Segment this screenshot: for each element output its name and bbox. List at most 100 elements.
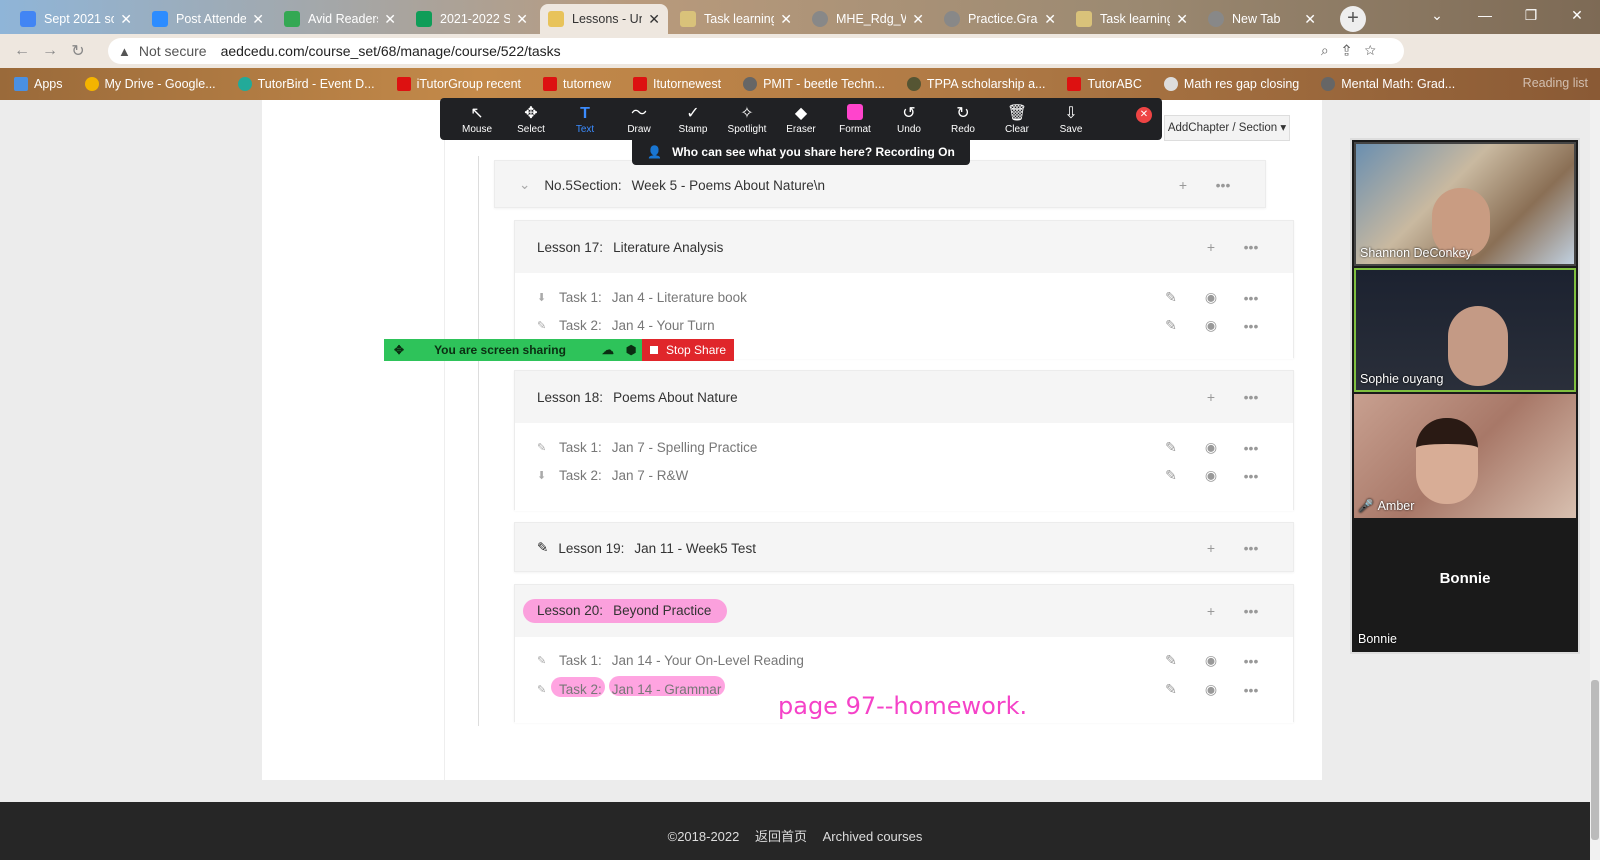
edit-icon[interactable]: ✎ <box>1151 467 1191 484</box>
url-bar[interactable]: ▲ Not secure aedcedu.com/course_set/68/m… <box>108 38 1404 64</box>
drag-handle-icon[interactable]: ✥ <box>394 343 404 357</box>
screen-sharing-bar[interactable]: ✥ You are screen sharing ☁ ⬢ <box>384 339 642 361</box>
bookmark[interactable]: Mental Math: Grad... <box>1321 77 1455 91</box>
more-icon[interactable]: ••• <box>1203 177 1243 193</box>
eye-icon[interactable]: ◉ <box>1191 289 1231 306</box>
close-icon[interactable]: ✕ <box>384 11 396 28</box>
browser-tab-active[interactable]: Lessons - Ur ✕ <box>540 4 668 34</box>
video-tile[interactable]: 🎤 Amber <box>1354 394 1576 518</box>
spotlight-tool[interactable]: ✧ Spotlight <box>720 104 774 135</box>
browser-tab[interactable]: Post Attende ✕ <box>144 4 272 34</box>
close-icon[interactable]: ✕ <box>252 11 264 28</box>
stamp-tool[interactable]: ✓ Stamp <box>666 104 720 135</box>
browser-tab[interactable]: New Tab ✕ <box>1200 4 1324 34</box>
browser-tab[interactable]: Practice.Gran ✕ <box>936 4 1064 34</box>
more-icon[interactable]: ••• <box>1231 603 1271 619</box>
edit-icon[interactable]: ✎ <box>1151 681 1191 698</box>
video-tile-active-speaker[interactable]: Sophie ouyang <box>1354 268 1576 392</box>
text-tool[interactable]: T Text <box>558 104 612 135</box>
eye-icon[interactable]: ◉ <box>1191 317 1231 334</box>
add-chapter-dropdown[interactable]: AddChapter / Section ▾ <box>1164 115 1290 141</box>
bookmark[interactable]: tutornew <box>543 77 611 91</box>
eye-icon[interactable]: ◉ <box>1191 652 1231 669</box>
save-tool[interactable]: ⇩ Save <box>1044 104 1098 135</box>
clear-tool[interactable]: 🗑 Clear <box>990 104 1044 135</box>
video-tile[interactable]: Shannon DeConkey <box>1354 142 1576 266</box>
reading-list[interactable]: Reading list <box>1523 76 1588 90</box>
eye-icon[interactable]: ◉ <box>1191 681 1231 698</box>
more-icon[interactable]: ••• <box>1231 290 1271 306</box>
minimize-icon[interactable]: — <box>1462 0 1508 34</box>
tab-search-icon[interactable]: ⌄ <box>1414 0 1460 34</box>
bookmark[interactable]: TPPA scholarship a... <box>906 77 1045 91</box>
home-link[interactable]: 返回首页 <box>755 829 807 844</box>
new-tab-button[interactable]: + <box>1340 6 1366 32</box>
bookmark[interactable]: TutorABC <box>1067 77 1142 91</box>
add-icon[interactable]: + <box>1191 389 1231 405</box>
draw-tool[interactable]: 〜 Draw <box>612 104 666 135</box>
more-icon[interactable]: ••• <box>1231 318 1271 334</box>
reload-icon[interactable]: ↻ <box>64 41 92 61</box>
video-tile[interactable]: Bonnie Bonnie <box>1354 520 1576 650</box>
warning-icon[interactable]: ▲ <box>118 44 131 59</box>
browser-tab[interactable]: Sept 2021 sc ✕ <box>12 4 140 34</box>
select-tool[interactable]: ✥ Select <box>504 104 558 135</box>
bookmark[interactable]: PMIT - beetle Techn... <box>743 77 885 91</box>
bookmark-apps[interactable]: Apps <box>14 77 63 91</box>
bookmark[interactable]: Math res gap closing <box>1163 77 1299 91</box>
close-toolbar-icon[interactable]: ✕ <box>1136 107 1152 123</box>
browser-tab[interactable]: Avid Readers ✕ <box>276 4 404 34</box>
stop-share-button[interactable]: Stop Share <box>642 339 734 361</box>
back-icon[interactable]: ← <box>8 42 36 60</box>
more-icon[interactable]: ••• <box>1231 682 1271 698</box>
chevron-down-icon[interactable]: ⌄ <box>519 177 530 193</box>
scrollbar-thumb[interactable] <box>1591 680 1599 840</box>
edit-icon[interactable]: ✎ <box>1151 317 1191 334</box>
add-icon[interactable]: + <box>1163 177 1203 193</box>
archived-courses-link[interactable]: Archived courses <box>823 829 923 844</box>
close-window-icon[interactable]: ✕ <box>1554 0 1600 34</box>
close-icon[interactable]: ✕ <box>1176 11 1188 28</box>
browser-tab[interactable]: Task learning ✕ <box>672 4 800 34</box>
who-can-see-banner[interactable]: 👤 Who can see what you share here? Record… <box>632 139 970 165</box>
url-actions[interactable]: ⌕⇪☆ <box>1321 42 1390 59</box>
restore-icon[interactable]: ❐ <box>1508 0 1554 34</box>
format-tool[interactable]: Format <box>828 103 882 135</box>
mouse-tool[interactable]: ↖ Mouse <box>450 104 504 135</box>
close-icon[interactable]: ✕ <box>1304 11 1316 28</box>
edit-icon[interactable]: ✎ <box>1151 289 1191 306</box>
add-icon[interactable]: + <box>1191 239 1231 255</box>
undo-tool[interactable]: ↺ Undo <box>882 104 936 135</box>
bookmark[interactable]: iTutorGroup recent <box>396 77 521 91</box>
bookmark[interactable]: My Drive - Google... <box>84 77 216 91</box>
url-text[interactable]: aedcedu.com/course_set/68/manage/course/… <box>221 43 561 59</box>
eraser-tool[interactable]: ◆ Eraser <box>774 104 828 135</box>
bookmark[interactable]: TutorBird - Event D... <box>237 77 375 91</box>
lesson-panel[interactable]: ✎ Lesson 19: Jan 11 - Week5 Test + ••• <box>514 522 1294 572</box>
more-icon[interactable]: ••• <box>1231 389 1271 405</box>
edit-icon[interactable]: ✎ <box>1151 652 1191 669</box>
add-icon[interactable]: + <box>1191 540 1231 556</box>
eye-icon[interactable]: ◉ <box>1191 467 1231 484</box>
browser-tab[interactable]: 2021-2022 S ✕ <box>408 4 536 34</box>
more-icon[interactable]: ••• <box>1231 653 1271 669</box>
add-icon[interactable]: + <box>1191 603 1231 619</box>
more-icon[interactable]: ••• <box>1231 540 1271 556</box>
edit-icon[interactable]: ✎ <box>1151 439 1191 456</box>
close-icon[interactable]: ✕ <box>780 11 792 28</box>
bookmark[interactable]: Itutornewest <box>632 77 721 91</box>
more-icon[interactable]: ••• <box>1231 239 1271 255</box>
more-icon[interactable]: ••• <box>1231 468 1271 484</box>
forward-icon[interactable]: → <box>36 42 64 60</box>
close-icon[interactable]: ✕ <box>912 11 924 28</box>
browser-tab[interactable]: MHE_Rdg_W ✕ <box>804 4 932 34</box>
eye-icon[interactable]: ◉ <box>1191 439 1231 456</box>
close-icon[interactable]: ✕ <box>1044 11 1056 28</box>
close-icon[interactable]: ✕ <box>648 11 660 28</box>
redo-tool[interactable]: ↻ Redo <box>936 104 990 135</box>
close-icon[interactable]: ✕ <box>120 11 132 28</box>
browser-tab[interactable]: Task learning ✕ <box>1068 4 1196 34</box>
section-row[interactable]: ⌄ No.5Section: Week 5 - Poems About Natu… <box>494 160 1266 208</box>
close-icon[interactable]: ✕ <box>516 11 528 28</box>
more-icon[interactable]: ••• <box>1231 440 1271 456</box>
